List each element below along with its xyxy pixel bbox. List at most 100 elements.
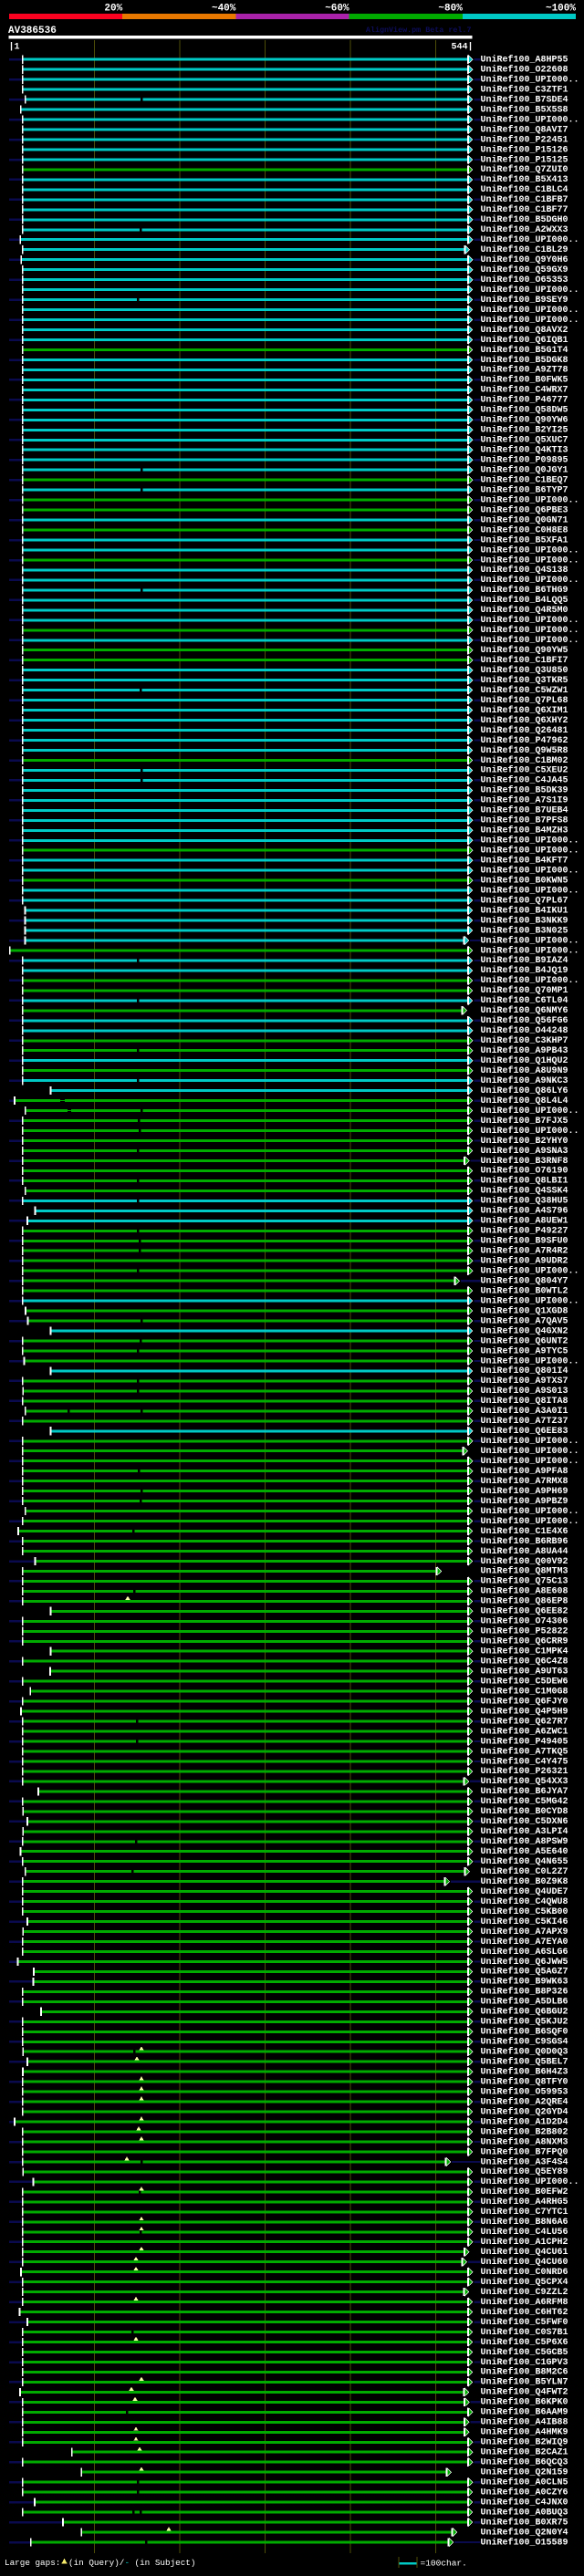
svg-text:UniRef100_A1CPH2: UniRef100_A1CPH2: [481, 2237, 568, 2248]
svg-text:UniRef100_Q5BEL7: UniRef100_Q5BEL7: [481, 2057, 568, 2068]
svg-text:UniRef100_C6HT62: UniRef100_C6HT62: [481, 2307, 568, 2318]
svg-text:UniRef100_A1D2D4: UniRef100_A1D2D4: [481, 2116, 568, 2127]
svg-text:UniRef100_O65353: UniRef100_O65353: [481, 275, 568, 286]
svg-text:UniRef100_C5GCB5: UniRef100_C5GCB5: [481, 2347, 568, 2358]
svg-text:UniRef100_B0FWK5: UniRef100_B0FWK5: [481, 375, 568, 386]
svg-text:UniRef100_A4S796: UniRef100_A4S796: [481, 1206, 568, 1217]
svg-text:UniRef100_A8HP55: UniRef100_A8HP55: [481, 55, 568, 66]
svg-text:UniRef100_C4WRX7: UniRef100_C4WRX7: [481, 385, 568, 396]
svg-text:UniRef100_A2WXX3: UniRef100_A2WXX3: [481, 224, 568, 235]
svg-text:UniRef100_B5G1T4: UniRef100_B5G1T4: [481, 345, 568, 356]
svg-text:UniRef100_Q6EE83: UniRef100_Q6EE83: [481, 1426, 568, 1437]
svg-text:544|: 544|: [451, 42, 473, 53]
svg-text:UniRef100_Q4R5M0: UniRef100_Q4R5M0: [481, 605, 568, 616]
svg-text:UniRef100_Q58DW5: UniRef100_Q58DW5: [481, 405, 568, 416]
svg-text:UniRef100_B4JQ19: UniRef100_B4JQ19: [481, 965, 568, 976]
svg-text:UniRef100_UPI000..: UniRef100_UPI000..: [481, 285, 579, 296]
svg-text:UniRef100_A3LPI4: UniRef100_A3LPI4: [481, 1826, 568, 1837]
svg-text:UniRef100_A8UA44: UniRef100_A8UA44: [481, 1546, 568, 1557]
svg-text:UniRef100_Q6JWW5: UniRef100_Q6JWW5: [481, 1957, 568, 1968]
svg-text:UniRef100_C1BM02: UniRef100_C1BM02: [481, 755, 568, 766]
svg-text:UniRef100_B0WTL2: UniRef100_B0WTL2: [481, 1285, 568, 1296]
svg-text:UniRef100_C1BEQ7: UniRef100_C1BEQ7: [481, 475, 568, 486]
svg-text:UniRef100_UPI000..: UniRef100_UPI000..: [481, 935, 579, 946]
svg-text:UniRef100_C5P6X6: UniRef100_C5P6X6: [481, 2337, 568, 2348]
svg-text:UniRef100_B5DGH0: UniRef100_B5DGH0: [481, 214, 568, 225]
svg-text:|1: |1: [9, 42, 20, 53]
svg-text:UniRef100_P09895: UniRef100_P09895: [481, 455, 568, 466]
svg-text:UniRef100_Q1HQU2: UniRef100_Q1HQU2: [481, 1055, 568, 1066]
svg-text:UniRef100_B0EFW2: UniRef100_B0EFW2: [481, 2186, 568, 2197]
svg-text:UniRef100_Q0GN71: UniRef100_Q0GN71: [481, 514, 568, 525]
svg-text:UniRef100_B5DK39: UniRef100_B5DK39: [481, 785, 568, 796]
svg-text:UniRef100_Q56FG6: UniRef100_Q56FG6: [481, 1015, 568, 1026]
svg-text:UniRef100_UPI000..: UniRef100_UPI000..: [481, 315, 579, 326]
svg-text:UniRef100_UPI000..: UniRef100_UPI000..: [481, 1516, 579, 1527]
svg-text:UniRef100_UPI000..: UniRef100_UPI000..: [481, 114, 579, 125]
svg-text:UniRef100_Q0D0Q3: UniRef100_Q0D0Q3: [481, 2047, 568, 2058]
svg-text:UniRef100_A9SNA3: UniRef100_A9SNA3: [481, 1146, 568, 1157]
svg-text:UniRef100_A7TKQ5: UniRef100_A7TKQ5: [481, 1746, 568, 1757]
svg-text:UniRef100_A7QAV5: UniRef100_A7QAV5: [481, 1315, 568, 1326]
svg-text:UniRef100_A7EYA0: UniRef100_A7EYA0: [481, 1937, 568, 1948]
svg-text:UniRef100_UPI000..: UniRef100_UPI000..: [481, 545, 579, 556]
svg-text:UniRef100_B2B802: UniRef100_B2B802: [481, 2126, 568, 2137]
svg-text:UniRef100_C1GPV3: UniRef100_C1GPV3: [481, 2357, 568, 2368]
svg-text:UniRef100_Q6CRR9: UniRef100_Q6CRR9: [481, 1636, 568, 1647]
svg-text:UniRef100_B2YHY0: UniRef100_B2YHY0: [481, 1136, 568, 1147]
svg-text:UniRef100_O76190: UniRef100_O76190: [481, 1166, 568, 1177]
svg-text:UniRef100_B3N025: UniRef100_B3N025: [481, 925, 568, 936]
svg-text:UniRef100_Q8ITA8: UniRef100_Q8ITA8: [481, 1396, 568, 1407]
svg-text:UniRef100_A4IB88: UniRef100_A4IB88: [481, 2417, 568, 2428]
svg-text:UniRef100_A7RMX8: UniRef100_A7RMX8: [481, 1476, 568, 1487]
svg-text:UniRef100_C1BFB7: UniRef100_C1BFB7: [481, 194, 568, 205]
svg-text:UniRef100_B8P326: UniRef100_B8P326: [481, 1987, 568, 1998]
svg-text:UniRef100_UPI000..: UniRef100_UPI000..: [481, 234, 579, 245]
svg-text:UniRef100_UPI000..: UniRef100_UPI000..: [481, 1356, 579, 1366]
svg-text:UniRef100_Q1XGD8: UniRef100_Q1XGD8: [481, 1305, 568, 1316]
svg-text:UniRef100_A9S013: UniRef100_A9S013: [481, 1386, 568, 1397]
svg-text:UniRef100_B0XR75: UniRef100_B0XR75: [481, 2517, 568, 2528]
svg-text:UniRef100_C5KI46: UniRef100_C5KI46: [481, 1916, 568, 1927]
svg-text:Large gaps:: Large gaps:: [5, 2558, 60, 2568]
svg-text:UniRef100_P15125: UniRef100_P15125: [481, 154, 568, 165]
svg-text:UniRef100_A9NKC3: UniRef100_A9NKC3: [481, 1075, 568, 1086]
svg-text:UniRef100_A4RHG5: UniRef100_A4RHG5: [481, 2197, 568, 2207]
svg-text:UniRef100_UPI000..: UniRef100_UPI000..: [481, 1126, 579, 1137]
svg-text:UniRef100_UPI000..: UniRef100_UPI000..: [481, 555, 579, 566]
svg-text:UniRef100_B4LQQ5: UniRef100_B4LQQ5: [481, 595, 568, 606]
svg-text:UniRef100_B9SFU0: UniRef100_B9SFU0: [481, 1236, 568, 1247]
svg-text:UniRef100_B6KPK0: UniRef100_B6KPK0: [481, 2397, 568, 2408]
svg-text:UniRef100_C5WZW1: UniRef100_C5WZW1: [481, 685, 568, 696]
svg-text:UniRef100_O44248: UniRef100_O44248: [481, 1025, 568, 1036]
svg-text:UniRef100_C1M0G8: UniRef100_C1M0G8: [481, 1686, 568, 1697]
svg-text:UniRef100_O59953: UniRef100_O59953: [481, 2086, 568, 2097]
svg-text:UniRef100_Q804Y7: UniRef100_Q804Y7: [481, 1276, 568, 1287]
svg-text:UniRef100_P26321: UniRef100_P26321: [481, 1766, 568, 1777]
svg-text:AV386536: AV386536: [8, 26, 57, 36]
svg-text:UniRef100_A6ZWC1: UniRef100_A6ZWC1: [481, 1726, 568, 1737]
svg-text:UniRef100_UPI000..: UniRef100_UPI000..: [481, 836, 579, 847]
svg-text:UniRef100_UPI000..: UniRef100_UPI000..: [481, 75, 579, 86]
svg-text:UniRef100_Q2GYD4: UniRef100_Q2GYD4: [481, 2106, 568, 2117]
svg-text:UniRef100_B6TYP7: UniRef100_B6TYP7: [481, 484, 568, 495]
svg-text:UniRef100_P15126: UniRef100_P15126: [481, 144, 568, 155]
svg-text:UniRef100_UPI000..: UniRef100_UPI000..: [481, 866, 579, 877]
svg-text:UniRef100_P22451: UniRef100_P22451: [481, 134, 568, 145]
svg-text:UniRef100_A9TYC5: UniRef100_A9TYC5: [481, 1345, 568, 1356]
svg-text:UniRef100_B3RNF8: UniRef100_B3RNF8: [481, 1156, 568, 1167]
svg-text:UniRef100_P49405: UniRef100_P49405: [481, 1736, 568, 1747]
svg-text:UniRef100_UPI000..: UniRef100_UPI000..: [481, 846, 579, 857]
svg-text:UniRef100_B6THG9: UniRef100_B6THG9: [481, 585, 568, 596]
svg-text:=100char.: =100char.: [421, 2559, 467, 2569]
svg-text:UniRef100_Q4S138: UniRef100_Q4S138: [481, 565, 568, 576]
svg-text:UniRef100_C5DXN6: UniRef100_C5DXN6: [481, 1816, 568, 1827]
svg-text:UniRef100_Q75C13: UniRef100_Q75C13: [481, 1576, 568, 1587]
svg-text:~60%: ~60%: [325, 4, 349, 15]
svg-text:UniRef100_Q5KJU2: UniRef100_Q5KJU2: [481, 2017, 568, 2028]
svg-text:UniRef100_C4JA45: UniRef100_C4JA45: [481, 775, 568, 786]
svg-text:UniRef100_Q90YW6: UniRef100_Q90YW6: [481, 415, 568, 426]
svg-text:UniRef100_A7S1I9: UniRef100_A7S1I9: [481, 795, 568, 806]
svg-text:UniRef100_C3ZTF1: UniRef100_C3ZTF1: [481, 84, 568, 95]
svg-text:UniRef100_C1BL29: UniRef100_C1BL29: [481, 244, 568, 255]
